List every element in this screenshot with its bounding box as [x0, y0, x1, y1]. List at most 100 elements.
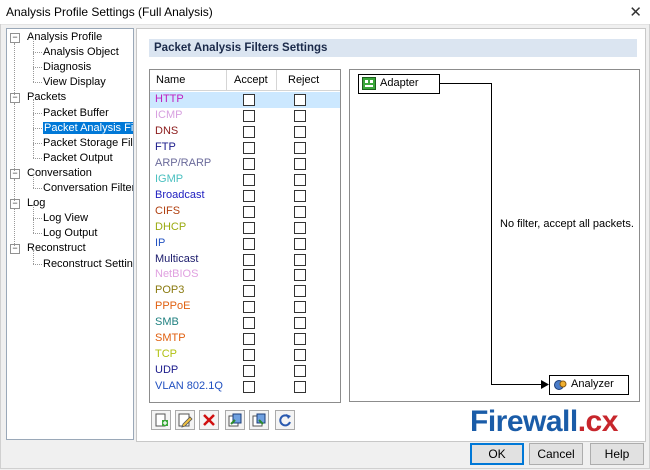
help-button[interactable]: Help: [590, 443, 644, 465]
table-row[interactable]: DNS: [150, 124, 340, 140]
tree-expander-reconstruct[interactable]: −: [10, 244, 20, 255]
column-name[interactable]: Name: [156, 74, 185, 86]
table-row[interactable]: TCP: [150, 347, 340, 363]
reject-checkbox[interactable]: [294, 173, 306, 186]
tree-item-packet-storage-filte[interactable]: Packet Storage Filte: [43, 136, 133, 150]
tree-item-conversation-filter[interactable]: Conversation Filter: [43, 181, 133, 195]
analyzer-node[interactable]: Analyzer: [549, 375, 629, 395]
table-row[interactable]: VLAN 802.1Q: [150, 379, 340, 395]
accept-checkbox[interactable]: [243, 269, 255, 282]
tree-item-packet-output[interactable]: Packet Output: [43, 151, 113, 165]
filter-table[interactable]: Name Accept Reject HTTP ICMP DNS FTP ARP/RAR…: [149, 69, 341, 403]
table-row[interactable]: Multicast: [150, 252, 340, 268]
accept-checkbox[interactable]: [243, 301, 255, 314]
reject-checkbox[interactable]: [294, 94, 306, 106]
accept-checkbox[interactable]: [243, 333, 255, 346]
accept-checkbox[interactable]: [243, 317, 255, 330]
tree-item-conversation[interactable]: Conversation: [27, 166, 92, 180]
delete-filter-button[interactable]: [199, 410, 219, 430]
tree-expander-log[interactable]: −: [10, 199, 20, 210]
column-reject[interactable]: Reject: [288, 74, 319, 86]
tree-item-diagnosis[interactable]: Diagnosis: [43, 60, 91, 74]
table-row[interactable]: FTP: [150, 140, 340, 156]
edit-filter-button[interactable]: [175, 410, 195, 430]
tree-item-analysis-profile[interactable]: Analysis Profile: [27, 30, 102, 44]
reject-checkbox[interactable]: [294, 141, 306, 154]
reject-checkbox[interactable]: [294, 253, 306, 266]
tree-item-label: Analysis Object: [43, 46, 119, 59]
reject-checkbox[interactable]: [294, 125, 306, 138]
table-row[interactable]: IGMP: [150, 172, 340, 188]
reject-checkbox[interactable]: [294, 189, 306, 202]
reject-checkbox[interactable]: [294, 157, 306, 170]
accept-checkbox[interactable]: [243, 157, 255, 170]
settings-tree[interactable]: − Analysis Profile Analysis Object Diagnosi…: [6, 28, 134, 440]
table-row[interactable]: UDP: [150, 363, 340, 379]
close-icon[interactable]: ✕: [629, 3, 642, 21]
tree-item-log[interactable]: Log: [27, 196, 45, 210]
ok-button[interactable]: OK: [470, 443, 524, 465]
refresh-button[interactable]: [275, 410, 295, 430]
reject-checkbox[interactable]: [294, 365, 306, 378]
accept-checkbox[interactable]: [243, 205, 255, 218]
table-row[interactable]: Broadcast: [150, 188, 340, 204]
table-row[interactable]: DHCP: [150, 220, 340, 236]
reject-checkbox[interactable]: [294, 349, 306, 362]
tree-item-reconstruct-setting[interactable]: Reconstruct Setting: [43, 257, 134, 271]
reject-checkbox[interactable]: [294, 285, 306, 298]
adapter-node[interactable]: Adapter: [358, 74, 440, 94]
tree-expander-analysis-profile[interactable]: −: [10, 33, 20, 43]
table-row[interactable]: PPPoE: [150, 299, 340, 315]
accept-checkbox[interactable]: [243, 109, 255, 122]
tree-item-log-output[interactable]: Log Output: [43, 226, 97, 240]
table-row[interactable]: POP3: [150, 283, 340, 299]
table-row[interactable]: SMTP: [150, 331, 340, 347]
tree-item-analysis-object[interactable]: Analysis Object: [43, 45, 119, 59]
accept-checkbox[interactable]: [243, 141, 255, 154]
reject-checkbox[interactable]: [294, 333, 306, 346]
tree-item-packet-analysis-filte[interactable]: Packet Analysis Filte: [43, 121, 133, 135]
reject-checkbox[interactable]: [294, 109, 306, 122]
table-row[interactable]: NetBIOS: [150, 267, 340, 283]
reject-checkbox[interactable]: [294, 381, 306, 394]
accept-checkbox[interactable]: [243, 189, 255, 202]
reject-checkbox[interactable]: [294, 237, 306, 250]
table-row[interactable]: CIFS: [150, 204, 340, 220]
tree-item-label: Conversation: [27, 166, 92, 179]
table-row[interactable]: ICMP: [150, 108, 340, 124]
tree-item-label: Reconstruct Setting: [43, 257, 134, 270]
export-filter-button[interactable]: [249, 410, 269, 430]
accept-checkbox[interactable]: [243, 253, 255, 266]
column-accept[interactable]: Accept: [234, 74, 268, 86]
table-row[interactable]: SMB: [150, 315, 340, 331]
accept-checkbox[interactable]: [243, 365, 255, 378]
reject-checkbox[interactable]: [294, 317, 306, 330]
accept-checkbox[interactable]: [243, 237, 255, 250]
flow-arrow-icon: [541, 380, 549, 389]
accept-checkbox[interactable]: [243, 285, 255, 298]
reject-checkbox[interactable]: [294, 205, 306, 218]
accept-checkbox[interactable]: [243, 125, 255, 138]
table-row[interactable]: ARP/RARP: [150, 156, 340, 172]
accept-checkbox[interactable]: [243, 349, 255, 362]
red-x-icon: [203, 414, 215, 426]
table-row[interactable]: HTTP: [150, 92, 340, 108]
accept-checkbox[interactable]: [243, 221, 255, 234]
accept-checkbox[interactable]: [243, 173, 255, 186]
reject-checkbox[interactable]: [294, 221, 306, 234]
tree-expander-conversation[interactable]: −: [10, 168, 20, 179]
cancel-button[interactable]: Cancel: [529, 443, 583, 465]
tree-item-view-display[interactable]: View Display: [43, 75, 106, 89]
tree-item-log-view[interactable]: Log View: [43, 211, 88, 225]
tree-item-packet-buffer[interactable]: Packet Buffer: [43, 106, 109, 120]
reject-checkbox[interactable]: [294, 269, 306, 282]
accept-checkbox[interactable]: [243, 94, 255, 106]
import-filter-button[interactable]: [225, 410, 245, 430]
accept-checkbox[interactable]: [243, 381, 255, 394]
new-doc-icon: [155, 413, 168, 427]
reject-checkbox[interactable]: [294, 301, 306, 314]
new-filter-button[interactable]: [151, 410, 171, 430]
table-row[interactable]: IP: [150, 236, 340, 252]
tree-item-reconstruct[interactable]: Reconstruct: [27, 241, 86, 255]
tree-expander-packets[interactable]: −: [10, 93, 20, 104]
